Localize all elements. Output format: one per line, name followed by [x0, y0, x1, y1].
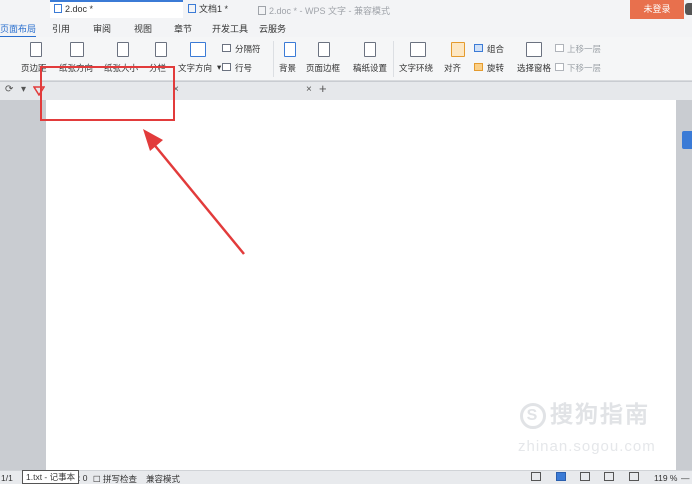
- align-icon: [451, 42, 465, 57]
- doc-tab-2doc[interactable]: 2.doc *: [50, 0, 183, 18]
- breaks-icon: [222, 44, 231, 52]
- taskbar-tooltip: 1.txt - 记事本: [22, 470, 80, 484]
- send-backward-button[interactable]: 下移一层: [567, 62, 601, 74]
- watermark-brand: S 搜狗指南: [520, 395, 650, 429]
- columns-icon: [155, 42, 167, 57]
- text-direction-dropdown-icon[interactable]: ▾: [217, 62, 221, 73]
- selection-pane-icon: [526, 42, 542, 57]
- doc-tab-icon: [188, 4, 196, 13]
- group-button[interactable]: 组合: [487, 43, 504, 55]
- wrap-text-button[interactable]: 文字环绕: [399, 62, 433, 74]
- line-numbers-button[interactable]: 行号: [235, 62, 252, 74]
- doc-tab-label: 文档1 *: [199, 4, 229, 14]
- reading-mode-icon[interactable]: [629, 472, 639, 481]
- web-view-icon[interactable]: [604, 472, 614, 481]
- watermark-site: zhinan.sogou.com: [518, 438, 656, 455]
- doc-tab-wendang1[interactable]: 文档1 *: [184, 0, 314, 18]
- doc-tab-label: 2.doc *: [65, 4, 94, 14]
- compat-mode-label: 兼容模式: [146, 474, 181, 484]
- manuscript-icon: [364, 42, 376, 57]
- highlight-box: [40, 66, 175, 121]
- focus-mode-icon[interactable]: [531, 472, 541, 481]
- ribbon-divider: [393, 41, 394, 77]
- background-button[interactable]: 背景: [279, 62, 296, 74]
- login-button[interactable]: 未登录: [630, 0, 684, 19]
- group-icon: [474, 44, 483, 52]
- margins-icon: [30, 42, 42, 57]
- tab-references[interactable]: 引用: [52, 22, 70, 35]
- new-tab-icon[interactable]: +: [319, 81, 327, 96]
- close-tab-icon[interactable]: ×: [306, 84, 312, 95]
- line-numbers-icon: [222, 63, 231, 71]
- align-button[interactable]: 对齐: [444, 62, 461, 74]
- zoom-level[interactable]: 119 %: [654, 473, 677, 483]
- rotate-button[interactable]: 旋转: [487, 62, 504, 74]
- send-backward-icon: [555, 63, 564, 71]
- background-icon: [284, 42, 296, 57]
- wrap-text-icon: [410, 42, 426, 57]
- tab-review[interactable]: 审阅: [93, 22, 111, 35]
- spell-check-toggle[interactable]: ☐ 拼写检查: [93, 473, 137, 484]
- rotate-icon: [474, 63, 483, 71]
- selection-pane-button[interactable]: 选择窗格: [517, 62, 551, 74]
- page-border-icon: [318, 42, 330, 57]
- bring-forward-button[interactable]: 上移一层: [567, 43, 601, 55]
- manuscript-button[interactable]: 稿纸设置: [353, 62, 387, 74]
- outline-view-icon[interactable]: [580, 472, 590, 481]
- text-direction-button[interactable]: 文字方向: [178, 62, 212, 74]
- breaks-button[interactable]: 分隔符: [235, 43, 261, 55]
- sogou-logo-icon: S: [520, 403, 546, 429]
- tab-section[interactable]: 章节: [174, 22, 192, 35]
- page-size-icon: [117, 42, 129, 57]
- page-indicator: 1/1: [1, 473, 13, 483]
- menu-bar: 页面布局 引用 审阅 视图 章节 开发工具 云服务: [0, 20, 692, 38]
- side-panel-icon[interactable]: [682, 131, 692, 149]
- ribbon-divider: [273, 41, 274, 77]
- page-border-button[interactable]: 页面边框: [306, 62, 340, 74]
- skin-icon[interactable]: [685, 3, 692, 15]
- tab-view[interactable]: 视图: [134, 22, 152, 35]
- tab-list-dropdown-icon[interactable]: ▾: [21, 84, 26, 95]
- tab-cloud[interactable]: 云服务: [259, 22, 286, 35]
- tab-developer[interactable]: 开发工具: [212, 22, 248, 35]
- refresh-icon[interactable]: ⟳: [5, 84, 13, 95]
- zoom-out-button[interactable]: —: [681, 473, 690, 483]
- text-direction-icon: [190, 42, 206, 57]
- doc-tab-icon: [54, 4, 62, 13]
- page-view-icon[interactable]: [556, 472, 566, 481]
- word-count[interactable]: : 0: [78, 473, 87, 483]
- tab-page-layout[interactable]: 页面布局: [0, 22, 37, 38]
- bring-forward-icon: [555, 44, 564, 52]
- orientation-icon: [70, 42, 84, 57]
